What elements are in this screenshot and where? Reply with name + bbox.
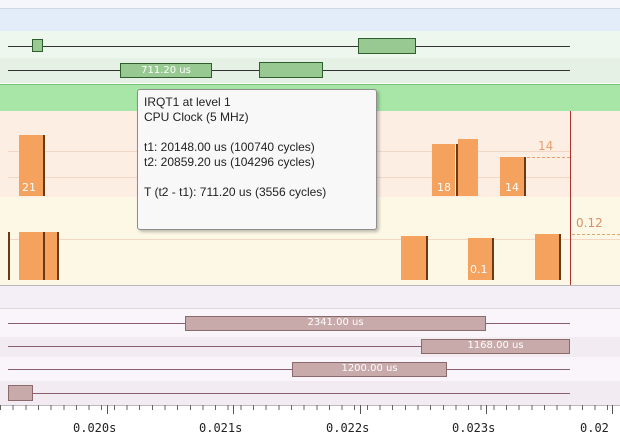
orange-baseline-3 (8, 239, 620, 240)
axis-major-tick (360, 405, 361, 414)
count-bar-edge (492, 238, 494, 280)
top-band (0, 0, 620, 8)
threshold-label-2: 0.12 (576, 216, 603, 230)
count-bar-edge (57, 232, 59, 280)
measurement-tooltip: IRQT1 at level 1 CPU Clock (5 MHz) t1: 2… (137, 89, 377, 230)
count-bar[interactable] (45, 232, 57, 280)
axis-major-tick (233, 405, 234, 414)
axis-tick-label: 0.020s (73, 421, 117, 435)
count-bar-edge (426, 236, 428, 280)
green-segment[interactable] (358, 38, 416, 54)
span-segment[interactable]: 1168.00 us (421, 339, 570, 354)
axis-tick-label: 0.02 (580, 421, 609, 435)
header-band (0, 8, 620, 32)
threshold-line-1 (527, 157, 570, 158)
count-bar-edge (43, 135, 45, 196)
lavender-band (0, 286, 620, 309)
count-bar[interactable] (401, 236, 426, 280)
threshold-label-1: 14 (538, 139, 554, 153)
span-line-3 (8, 369, 570, 370)
count-bar-edge (8, 232, 10, 280)
axis-major-tick (612, 405, 613, 414)
axis-tick-label: 0.023s (452, 421, 496, 435)
count-bar-edge (524, 157, 526, 196)
axis-minor-ticks (0, 405, 620, 410)
span-segment[interactable]: 1200.00 us (292, 362, 447, 377)
time-axis[interactable]: 0.020s 0.021s 0.022s 0.023s 0.02 (0, 405, 620, 439)
axis-tick-label: 0.022s (326, 421, 370, 435)
count-bar[interactable] (535, 234, 559, 280)
green-segment[interactable] (32, 39, 43, 52)
count-bar-value: 21 (22, 181, 36, 194)
tooltip-title: IRQT1 at level 1 (144, 95, 231, 109)
axis-major-tick (107, 405, 108, 414)
count-bar-value: 0.1 (470, 263, 488, 276)
green-line-1 (8, 46, 570, 47)
tooltip-clock: CPU Clock (5 MHz) (144, 110, 249, 124)
tooltip-t1: t1: 20148.00 us (100740 cycles) (144, 140, 315, 154)
count-bar[interactable] (19, 232, 43, 280)
time-cursor-line[interactable] (570, 111, 571, 285)
axis-major-tick (486, 405, 487, 414)
tooltip-t2: t2: 20859.20 us (104296 cycles) (144, 155, 315, 169)
threshold-line-2 (572, 234, 620, 235)
count-bar-value: 18 (437, 181, 451, 194)
axis-tick-label: 0.021s (199, 421, 243, 435)
count-bar-edge (559, 234, 561, 280)
span-segment[interactable] (8, 385, 33, 401)
tooltip-delta: T (t2 - t1): 711.20 us (3556 cycles) (144, 185, 327, 199)
green-duration-segment[interactable]: 711.20 us (120, 63, 212, 78)
count-bar-value: 14 (505, 181, 519, 194)
count-bar[interactable] (458, 139, 478, 196)
span-segment[interactable]: 2341.00 us (185, 316, 486, 331)
green-track-1 (0, 31, 620, 58)
green-segment[interactable] (259, 62, 323, 78)
span-line-4 (8, 393, 570, 394)
